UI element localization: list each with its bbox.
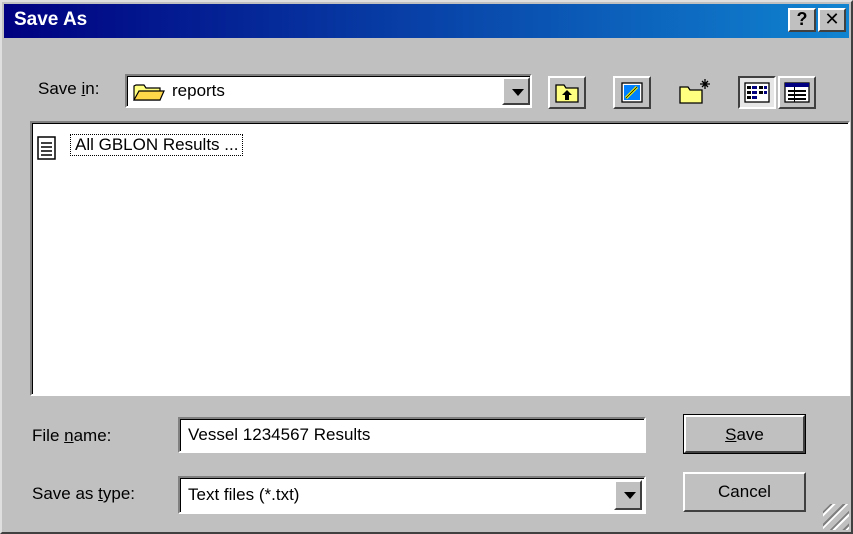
details-view-button[interactable] <box>778 76 816 109</box>
save-in-dropdown[interactable]: reports <box>125 74 532 108</box>
list-view-button[interactable] <box>738 76 776 109</box>
cancel-button[interactable]: Cancel <box>683 472 806 512</box>
save-button[interactable]: Save <box>683 414 806 454</box>
save-as-type-value: Text files (*.txt) <box>188 485 300 504</box>
save-in-label: Save in: <box>38 79 100 98</box>
save-in-dropdown-button[interactable] <box>502 77 530 105</box>
resize-grip[interactable] <box>823 504 849 530</box>
save-as-type-label: Save as type: <box>32 484 136 503</box>
file-list[interactable]: All GBLON Results ... <box>30 121 850 396</box>
folder-icon <box>133 84 165 101</box>
create-new-folder-button[interactable] <box>675 76 713 109</box>
title-bar[interactable]: Save As ? ✕ <box>4 4 849 38</box>
save-button-face: Save <box>684 415 805 453</box>
list-view-icon <box>744 82 770 103</box>
chevron-down-icon <box>512 89 524 96</box>
text-document-icon <box>37 136 56 160</box>
file-name-input[interactable]: Vessel 1234567 Results <box>178 417 646 453</box>
details-view-icon <box>784 82 810 103</box>
save-as-type-dropdown[interactable]: Text files (*.txt) <box>178 476 646 514</box>
create-new-folder-icon <box>679 79 710 104</box>
up-one-level-button[interactable] <box>548 76 586 109</box>
list-item-label: All GBLON Results ... <box>69 134 244 156</box>
close-button[interactable]: ✕ <box>818 8 846 32</box>
save-in-value: reports <box>172 81 225 100</box>
help-button[interactable]: ? <box>788 8 816 32</box>
file-name-value: Vessel 1234567 Results <box>188 425 371 444</box>
window-title: Save As <box>14 9 88 30</box>
chevron-down-icon <box>624 492 636 499</box>
up-one-level-icon <box>555 84 579 103</box>
file-name-label: File name: <box>32 426 112 445</box>
save-as-type-dropdown-button[interactable] <box>614 480 642 510</box>
desktop-button[interactable] <box>613 76 651 109</box>
desktop-icon <box>621 82 643 103</box>
